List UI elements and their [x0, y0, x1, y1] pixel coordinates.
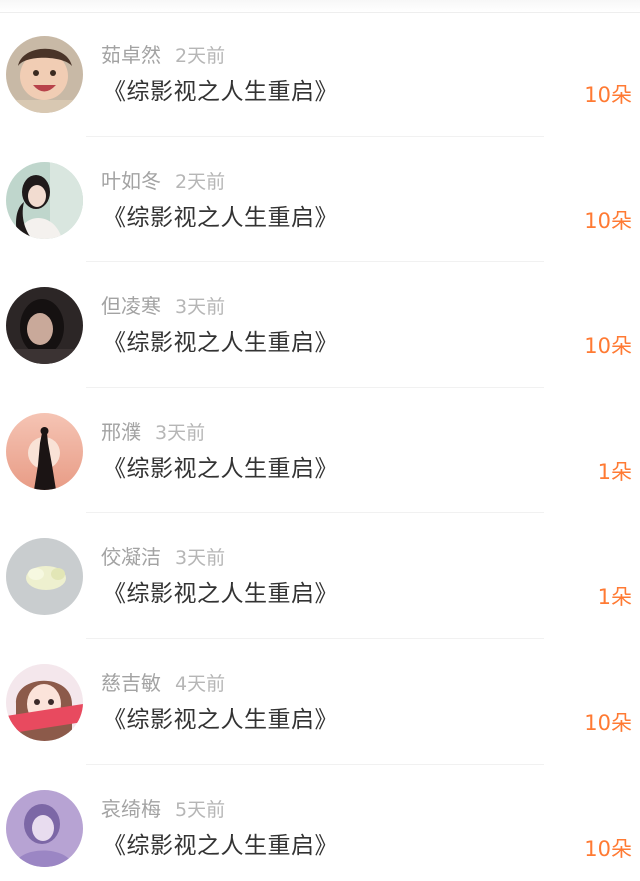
user-name[interactable]: 慈吉敏	[101, 671, 161, 695]
list-item[interactable]: 茹卓然 2天前 《综影视之人生重启》 10朵	[0, 11, 640, 137]
user-name[interactable]: 佼凝洁	[101, 545, 161, 569]
book-title[interactable]: 《综影视之人生重启》	[103, 579, 338, 609]
user-name[interactable]: 但凌寒	[101, 294, 161, 318]
jade-stone-avatar-icon[interactable]	[6, 538, 83, 616]
user-name[interactable]: 邢濮	[101, 420, 141, 444]
book-title[interactable]: 《综影视之人生重启》	[103, 831, 338, 861]
user-name[interactable]: 哀绮梅	[101, 797, 161, 821]
sunset-silhouette-avatar-icon[interactable]	[6, 412, 83, 490]
book-title[interactable]: 《综影视之人生重启》	[103, 203, 338, 233]
gift-record-list[interactable]: 茹卓然 2天前 《综影视之人生重启》 10朵 叶如冬 2天前 《综影视之人生重启…	[0, 11, 640, 881]
time-ago: 2天前	[175, 170, 226, 193]
time-ago: 3天前	[175, 296, 226, 319]
gift-amount: 10朵	[584, 208, 632, 233]
time-ago: 3天前	[175, 547, 226, 570]
list-item[interactable]: 慈吉敏 4天前 《综影视之人生重启》 10朵	[0, 639, 640, 765]
gift-amount: 10朵	[584, 83, 632, 107]
list-item[interactable]: 佼凝洁 3天前 《综影视之人生重启》 1朵	[0, 513, 640, 639]
list-item[interactable]: 邢濮 3天前 《综影视之人生重启》 1朵	[0, 388, 640, 514]
time-ago: 3天前	[155, 421, 206, 444]
time-ago: 5天前	[175, 798, 226, 821]
gift-amount: 1朵	[597, 459, 632, 484]
time-ago: 2天前	[175, 45, 226, 67]
purple-portrait-avatar-icon[interactable]	[6, 789, 83, 867]
user-name[interactable]: 叶如冬	[101, 169, 161, 193]
list-item[interactable]: 叶如冬 2天前 《综影视之人生重启》 10朵	[0, 137, 640, 263]
gift-amount: 1朵	[597, 585, 632, 610]
gift-amount: 10朵	[584, 836, 632, 861]
book-title[interactable]: 《综影视之人生重启》	[103, 77, 338, 107]
list-item[interactable]: 哀绮梅 5天前 《综影视之人生重启》 10朵	[0, 765, 640, 881]
girl-smiling-avatar-icon[interactable]	[6, 36, 83, 113]
cartoon-girl-avatar-icon[interactable]	[6, 663, 83, 741]
woman-portrait-avatar-icon[interactable]	[6, 161, 83, 239]
user-name[interactable]: 茹卓然	[101, 43, 161, 67]
list-item[interactable]: 但凌寒 3天前 《综影视之人生重启》 10朵	[0, 262, 640, 388]
book-title[interactable]: 《综影视之人生重启》	[103, 328, 338, 358]
gift-record-page: 茹卓然 2天前 《综影视之人生重启》 10朵 叶如冬 2天前 《综影视之人生重启…	[0, 0, 640, 881]
book-title[interactable]: 《综影视之人生重启》	[103, 705, 338, 735]
book-title[interactable]: 《综影视之人生重启》	[103, 454, 338, 484]
gift-amount: 10朵	[584, 334, 632, 359]
time-ago: 4天前	[175, 672, 226, 695]
gift-amount: 10朵	[584, 710, 632, 735]
dark-portrait-avatar-icon[interactable]	[6, 287, 83, 365]
